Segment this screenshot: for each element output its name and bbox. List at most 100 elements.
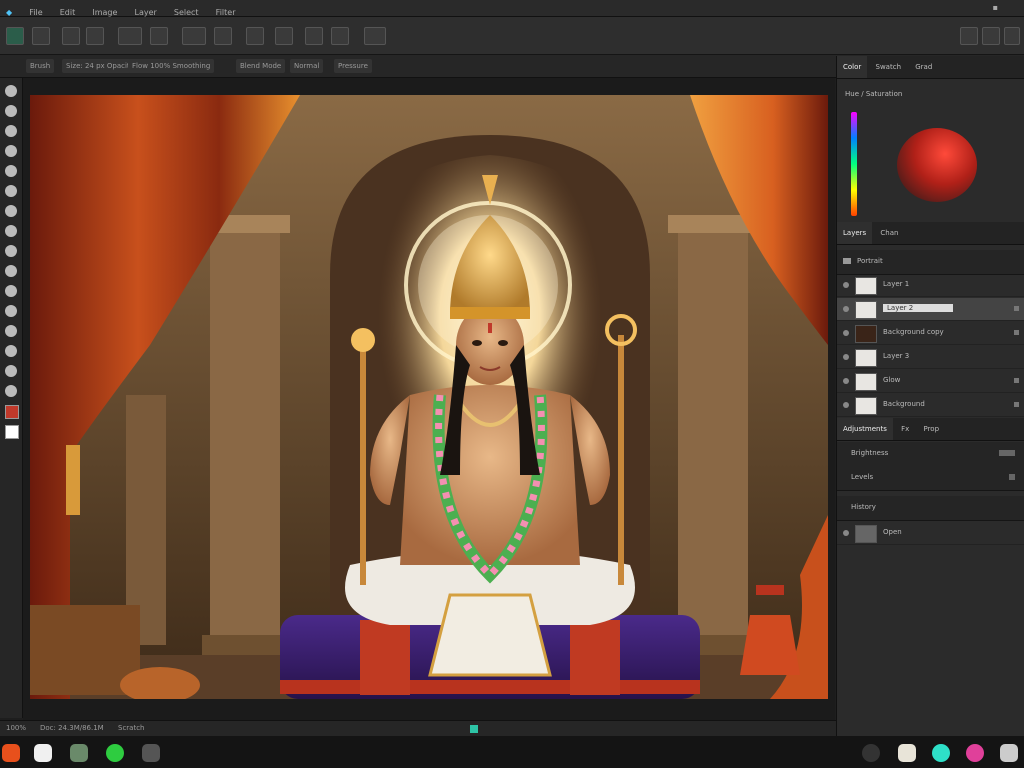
- layer-group-name: Portrait: [857, 257, 883, 265]
- tool-pointer-icon[interactable]: [5, 85, 17, 97]
- tray-notify-icon[interactable]: [966, 744, 984, 762]
- adjust-toggle-icon[interactable]: [1009, 474, 1015, 480]
- hand-tool-icon[interactable]: [364, 27, 386, 45]
- layer-name: Glow: [883, 376, 901, 384]
- lock-icon[interactable]: [1014, 330, 1019, 335]
- hue-slider[interactable]: [851, 112, 857, 216]
- tab-prop[interactable]: Prop: [917, 418, 945, 440]
- history-header[interactable]: History: [837, 496, 1024, 521]
- tab-color[interactable]: Color: [837, 56, 868, 78]
- pen-tool-icon[interactable]: [275, 27, 293, 45]
- selection-tool-icon[interactable]: [118, 27, 142, 45]
- move-tool-icon[interactable]: [305, 27, 323, 45]
- layer-group-row[interactable]: Portrait: [837, 250, 1024, 275]
- app-notes-icon[interactable]: [34, 744, 52, 762]
- color-preview-sphere[interactable]: [897, 128, 977, 202]
- eye-icon[interactable]: [843, 306, 849, 312]
- clone-tool-icon[interactable]: [62, 27, 80, 45]
- history-item[interactable]: Open: [837, 522, 1024, 545]
- tool-crop-icon[interactable]: [5, 345, 17, 357]
- app-chat-icon[interactable]: [106, 744, 124, 762]
- adjust-panel-tabs: Adjustments Fx Prop: [837, 418, 1024, 441]
- tool-eraser-icon[interactable]: [5, 125, 17, 137]
- status-indicator-icon: [470, 725, 478, 733]
- zoom-tool-icon[interactable]: [331, 27, 349, 45]
- color-mode-label: Hue / Saturation: [845, 90, 903, 98]
- tool-brush-icon[interactable]: [5, 105, 17, 117]
- layer-name: Background copy: [883, 328, 944, 336]
- canvas-artwork[interactable]: [30, 95, 828, 699]
- layer-row[interactable]: Background: [837, 394, 1024, 417]
- eye-icon[interactable]: [843, 378, 849, 384]
- shape-tool-icon[interactable]: [246, 27, 264, 45]
- eye-icon[interactable]: [843, 354, 849, 360]
- settings-gear-icon[interactable]: [982, 27, 1000, 45]
- tool-hand-icon[interactable]: [5, 285, 17, 297]
- more-icon[interactable]: [1004, 27, 1020, 45]
- layer-row[interactable]: Background copy: [837, 322, 1024, 345]
- eye-icon[interactable]: [843, 330, 849, 336]
- brush-tool-icon[interactable]: [6, 27, 24, 45]
- tool-smudge-icon[interactable]: [5, 165, 17, 177]
- tab-fx[interactable]: Fx: [895, 418, 915, 440]
- foreground-color-swatch[interactable]: [5, 405, 19, 419]
- menu-bar: ◆ File Edit Image Layer Select Filter ▪: [0, 0, 1024, 17]
- layer-thumbnail: [855, 349, 877, 367]
- tray-network-icon[interactable]: [862, 744, 880, 762]
- eye-icon[interactable]: [843, 282, 849, 288]
- tool-dodge-icon[interactable]: [5, 205, 17, 217]
- tool-pen-icon[interactable]: [5, 225, 17, 237]
- tray-clipboard-icon[interactable]: [898, 744, 916, 762]
- option-blend[interactable]: Blend Mode: [236, 59, 286, 73]
- tray-sync-icon[interactable]: [932, 744, 950, 762]
- tab-channels[interactable]: Chan: [874, 222, 904, 244]
- option-normal[interactable]: Normal: [290, 59, 324, 73]
- tool-eyedropper-icon[interactable]: [5, 325, 17, 337]
- eye-icon[interactable]: [843, 530, 849, 536]
- layer-row[interactable]: Layer 3: [837, 346, 1024, 369]
- left-toolbar: [0, 78, 23, 718]
- tab-swatch[interactable]: Swatch: [870, 56, 908, 78]
- eye-icon[interactable]: [843, 402, 849, 408]
- option-brush[interactable]: Brush: [26, 59, 55, 73]
- layer-name: Layer 2: [883, 304, 954, 312]
- text-tool-icon[interactable]: [214, 27, 232, 45]
- adjust-row-levels[interactable]: Levels: [837, 466, 1024, 491]
- lock-icon[interactable]: [1014, 378, 1019, 383]
- layer-row[interactable]: Glow: [837, 370, 1024, 393]
- layer-row[interactable]: Layer 1: [837, 274, 1024, 297]
- adjust-toggle-icon[interactable]: [999, 450, 1015, 456]
- option-pressure[interactable]: Pressure: [334, 59, 372, 73]
- window-control-icon[interactable]: ▪: [987, 0, 1004, 16]
- tab-layers[interactable]: Layers: [837, 222, 873, 244]
- zoom-readout[interactable]: 100%: [6, 724, 26, 732]
- tab-adjustments[interactable]: Adjustments: [837, 418, 893, 440]
- eraser-tool-icon[interactable]: [32, 27, 50, 45]
- tray-settings-icon[interactable]: [1000, 744, 1018, 762]
- app-photos-icon[interactable]: [70, 744, 88, 762]
- layer-name: Background: [883, 400, 925, 408]
- tool-wand-icon[interactable]: [5, 385, 17, 397]
- lock-icon[interactable]: [1014, 402, 1019, 407]
- app-orange-icon[interactable]: [2, 744, 20, 762]
- scratch-readout: Scratch: [118, 724, 145, 732]
- tool-blur-icon[interactable]: [5, 185, 17, 197]
- layer-thumbnail: [855, 325, 877, 343]
- canvas-area[interactable]: [23, 78, 835, 720]
- tab-grad[interactable]: Grad: [909, 56, 938, 78]
- crop-tool-icon[interactable]: [182, 27, 206, 45]
- tool-fill-icon[interactable]: [5, 145, 17, 157]
- lock-icon[interactable]: [1014, 306, 1019, 311]
- transform-tool-icon[interactable]: [150, 27, 168, 45]
- background-color-swatch[interactable]: [5, 425, 19, 439]
- tool-shape-icon[interactable]: [5, 265, 17, 277]
- adjust-row-brightness[interactable]: Brightness: [837, 442, 1024, 467]
- tool-zoom-icon[interactable]: [5, 305, 17, 317]
- layer-row-selected[interactable]: Layer 2: [837, 298, 1024, 321]
- option-flow[interactable]: Flow 100% Smoothing: [128, 59, 215, 73]
- tool-text-icon[interactable]: [5, 245, 17, 257]
- tool-lasso-icon[interactable]: [5, 365, 17, 377]
- app-files-icon[interactable]: [142, 744, 160, 762]
- gradient-tool-icon[interactable]: [86, 27, 104, 45]
- share-icon[interactable]: [960, 27, 978, 45]
